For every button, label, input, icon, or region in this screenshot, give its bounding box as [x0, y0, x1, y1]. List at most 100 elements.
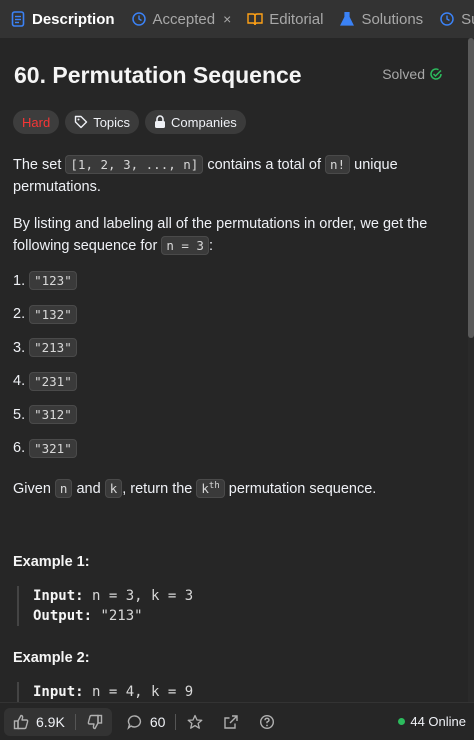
companies-label: Companies	[171, 114, 237, 130]
topics-button[interactable]: Topics	[65, 110, 140, 134]
text: :	[208, 238, 213, 254]
paragraph-set: The set [1, 2, 3, ..., n] contains a tot…	[13, 154, 453, 198]
inline-code: k	[104, 479, 123, 499]
tab-solutions[interactable]: Solutions	[339, 0, 423, 38]
solved-status: Solved	[382, 66, 443, 82]
tab-bar: Description Accepted × Editorial Solutio…	[0, 0, 474, 38]
thumbs-down-icon	[86, 713, 104, 731]
list-number: 2.	[13, 306, 26, 323]
inline-code: "321"	[29, 438, 77, 458]
companies-button[interactable]: Companies	[145, 110, 246, 134]
text: and	[72, 481, 105, 498]
problem-description: 60. Permutation Sequence Solved Hard Top…	[0, 38, 468, 702]
list-item: 2. "132"	[13, 298, 455, 332]
vote-group: 6.9K	[4, 707, 112, 736]
inline-code: n	[54, 479, 73, 499]
external-link-icon	[222, 713, 240, 731]
footer-bar: 6.9K 60 44 Online	[0, 702, 474, 740]
dislike-button[interactable]	[86, 713, 104, 731]
text: , return the	[122, 481, 197, 498]
list-item: 3. "213"	[13, 331, 455, 365]
list-item: 6. "321"	[13, 432, 455, 466]
tab-accepted-label: Accepted	[152, 10, 216, 28]
like-button[interactable]: 6.9K	[12, 713, 65, 731]
list-item: 1. "123"	[13, 264, 455, 298]
output-value: "213"	[92, 608, 143, 625]
input-value: n = 4, k = 9	[83, 684, 194, 701]
list-number: 5.	[13, 406, 26, 423]
history-icon	[439, 11, 455, 27]
tag-icon	[74, 115, 88, 129]
example-1-heading: Example 1:	[13, 554, 90, 571]
example-1-output: Output: "213"	[33, 606, 455, 626]
inline-code: kth	[196, 479, 225, 499]
vote-divider	[74, 713, 76, 730]
inline-code: n!	[325, 155, 351, 174]
text: contains a total of	[203, 157, 326, 173]
difficulty-badge: Hard	[13, 110, 60, 134]
tab-description-label: Description	[32, 10, 115, 28]
list-number: 6.	[13, 440, 26, 457]
tab-accepted[interactable]: Accepted ×	[131, 0, 231, 38]
close-icon[interactable]: ×	[223, 11, 231, 27]
inline-code: n = 3	[161, 236, 209, 255]
scrollbar[interactable]	[468, 38, 474, 702]
permutation-list: 1. "123" 2. "132" 3. "213" 4. "231" 5. "312" …	[13, 264, 455, 465]
share-button[interactable]	[222, 713, 240, 731]
example-1-input: Input: n = 3, k = 3	[33, 586, 455, 606]
page-title[interactable]: 60. Permutation Sequence	[14, 62, 302, 89]
flask-icon	[339, 11, 355, 27]
star-icon	[186, 713, 204, 731]
list-item: 4. "231"	[13, 365, 455, 399]
tab-solutions-label: Solutions	[361, 10, 424, 28]
online-status: 44 Online	[398, 714, 466, 729]
scrollbar-thumb[interactable]	[468, 38, 474, 338]
document-icon	[10, 11, 26, 27]
text: k	[201, 481, 209, 497]
example-2-block: Input: n = 4, k = 9	[17, 682, 455, 702]
tab-description[interactable]: Description	[10, 0, 115, 38]
lock-icon	[154, 115, 166, 129]
favorite-button[interactable]	[186, 713, 204, 731]
book-icon	[247, 11, 263, 27]
list-number: 1.	[13, 272, 26, 289]
inline-code: "312"	[29, 405, 77, 425]
comment-icon	[126, 713, 144, 731]
input-label: Input:	[33, 588, 84, 605]
inline-code: "123"	[29, 271, 77, 291]
list-number: 3.	[13, 339, 26, 356]
history-icon	[131, 11, 147, 27]
example-1-block: Input: n = 3, k = 3 Output: "213"	[17, 586, 455, 627]
paragraph-task: Given n and k, return the kth permutatio…	[13, 475, 455, 500]
input-value: n = 3, k = 3	[83, 588, 194, 605]
inline-code: "213"	[29, 338, 77, 358]
example-2-heading: Example 2:	[13, 650, 90, 667]
title-row: 60. Permutation Sequence Solved	[13, 38, 455, 110]
online-dot-icon	[398, 718, 406, 725]
footer-divider	[175, 713, 177, 730]
text: permutation sequence.	[224, 481, 377, 498]
paragraph-listing: By listing and labeling all of the permu…	[13, 213, 453, 257]
tab-editorial-label: Editorial	[269, 10, 324, 28]
superscript: th	[208, 481, 220, 491]
example-2-input: Input: n = 4, k = 9	[33, 682, 455, 702]
list-item: 5. "312"	[13, 398, 455, 432]
list-number: 4.	[13, 373, 26, 390]
help-button[interactable]	[258, 713, 276, 731]
text: The set	[13, 157, 66, 173]
inline-code: "132"	[29, 304, 77, 324]
check-circle-icon	[429, 67, 443, 81]
output-label: Output:	[33, 608, 93, 625]
comment-count: 60	[149, 713, 166, 730]
topics-label: Topics	[93, 114, 131, 130]
tab-submissions[interactable]: Sul	[439, 0, 474, 38]
online-count: 44 Online	[410, 714, 466, 729]
solved-label: Solved	[382, 66, 425, 82]
thumbs-up-icon	[12, 713, 30, 731]
tab-submissions-label: Sul	[461, 10, 474, 28]
inline-code: "231"	[29, 371, 77, 391]
comments-button[interactable]: 60	[126, 713, 166, 731]
like-count: 6.9K	[36, 713, 65, 730]
tab-editorial[interactable]: Editorial	[247, 0, 323, 38]
text: By listing and labeling all of the permu…	[13, 216, 428, 254]
